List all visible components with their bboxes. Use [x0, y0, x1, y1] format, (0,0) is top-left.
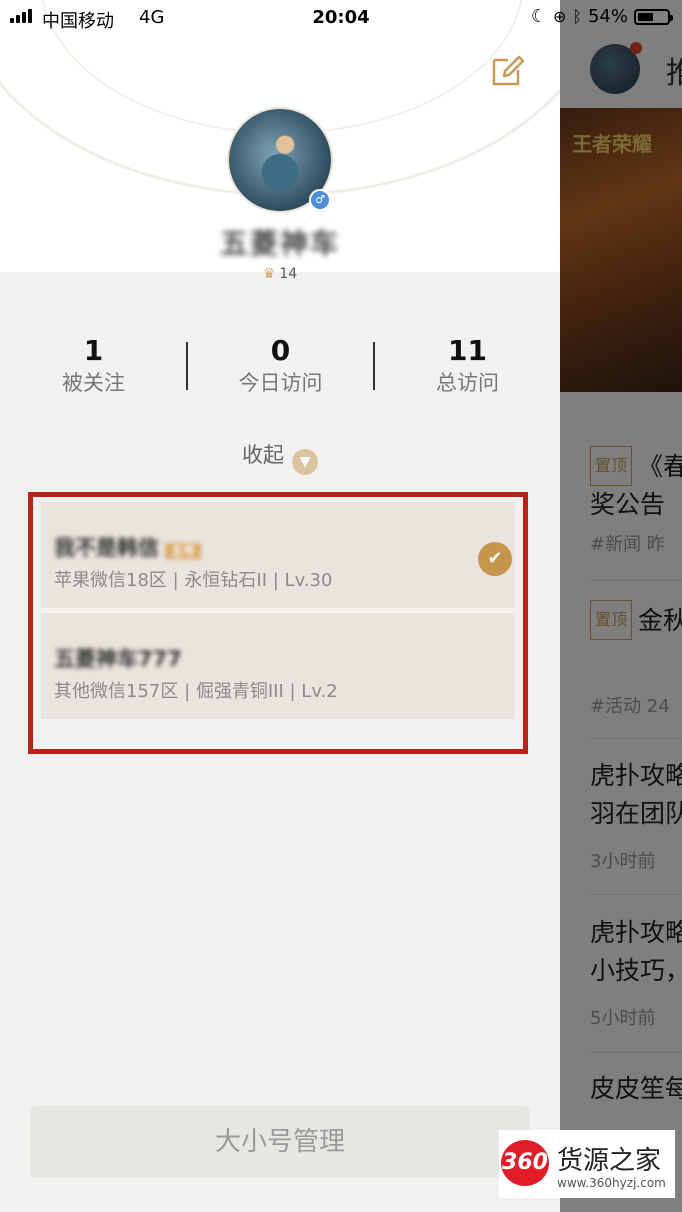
battery-percent: 54% [587, 6, 628, 27]
battery-icon [634, 8, 673, 25]
check-icon: ✔ [478, 542, 512, 576]
chevron-down-icon: ▼ [292, 449, 318, 475]
carrier-name: 中国移动 [42, 11, 114, 32]
username: 五菱神车 [219, 227, 340, 260]
stats-row: 1 被关注 0 今日访问 11 总访问 [0, 334, 560, 404]
stat-label: 总访问 [436, 371, 499, 395]
edit-icon[interactable] [490, 52, 526, 88]
male-icon: ♂ [309, 189, 331, 211]
account-list: 我不是韩信 主号 苹果微信18区 | 永恒钻石II | Lv.30 ✔ 五菱神车7… [28, 492, 528, 754]
main-account-tag: 主号 [165, 543, 202, 559]
rotation-lock-icon: ⊕ [552, 7, 567, 26]
account-item[interactable]: 我不是韩信 主号 苹果微信18区 | 永恒钻石II | Lv.30 ✔ [41, 502, 515, 608]
account-name: 我不是韩信 主号 [54, 532, 202, 562]
network-type: 4G [139, 7, 165, 28]
watermark-name: 货源之家 [557, 1146, 662, 1176]
signal-icon [10, 9, 32, 23]
account-item[interactable]: 五菱神车777 其他微信157区 | 倔强青铜III | Lv.2 [41, 613, 515, 719]
vip-level: ♛ 14 [0, 266, 560, 282]
stat-followers[interactable]: 1 被关注 [0, 334, 187, 398]
account-manage-button[interactable]: 大小号管理 [30, 1106, 530, 1178]
account-info: 其他微信157区 | 倔强青铜III | Lv.2 [54, 681, 338, 702]
watermark-url: www.360hyzj.com [557, 1176, 666, 1190]
profile-header: ♂ 五菱神车 [0, 0, 560, 272]
stat-value: 1 [83, 334, 104, 367]
account-info: 苹果微信18区 | 永恒钻石II | Lv.30 [54, 570, 333, 591]
stat-label: 今日访问 [238, 371, 323, 395]
watermark-logo: 360 [501, 1140, 549, 1186]
collapse-label: 收起 [242, 443, 284, 467]
status-bar: 中国移动 4G 20:04 ☾ ⊕ ᛒ 54% [0, 0, 682, 36]
bluetooth-icon: ᛒ [572, 7, 582, 26]
stat-total-visits[interactable]: 11 总访问 [374, 334, 561, 398]
stat-today-visits[interactable]: 0 今日访问 [187, 334, 374, 398]
stat-value: 11 [448, 334, 487, 367]
stat-label: 被关注 [62, 371, 125, 395]
collapse-button[interactable]: 收起 ▼ [0, 439, 560, 475]
moon-icon: ☾ [530, 6, 547, 27]
dim-overlay[interactable] [560, 0, 682, 1212]
profile-drawer: ♂ 五菱神车 ♛ 14 1 被关注 0 今日访问 11 总访问 收起 ▼ 我不是韩信… [0, 0, 560, 1212]
crown-icon: ♛ [262, 266, 276, 282]
watermark: 360 货源之家 www.360hyzj.com [499, 1130, 675, 1198]
account-name: 五菱神车777 [54, 647, 182, 671]
vip-level-value: 14 [279, 266, 298, 282]
stat-value: 0 [270, 334, 291, 367]
